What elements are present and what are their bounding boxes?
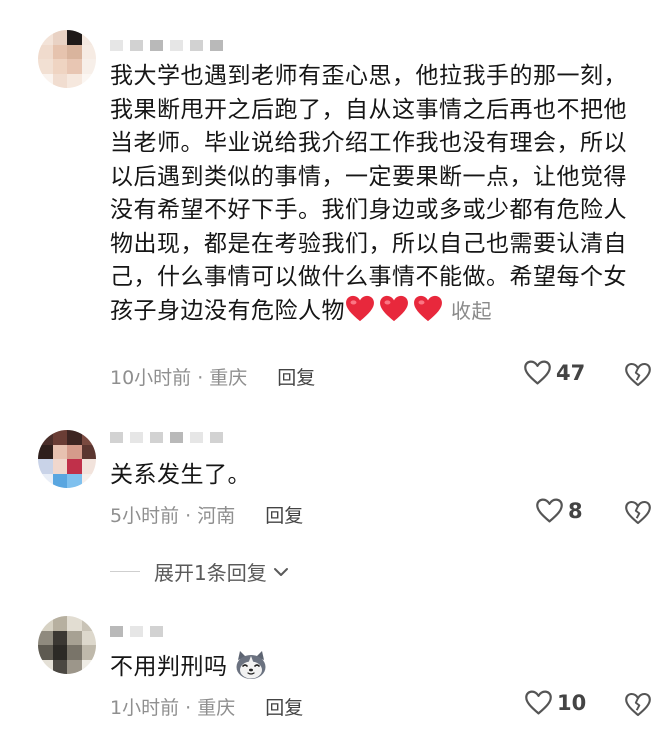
username-pixelated[interactable]: [110, 40, 223, 51]
expand-replies-button[interactable]: 展开1条回复: [110, 557, 289, 586]
comment-text: 不用判刑吗: [110, 650, 650, 685]
broken-heart-icon[interactable]: [624, 691, 652, 718]
heart-icon: [414, 295, 442, 321]
heart-outline-icon: [525, 690, 552, 715]
comment-text: 我大学也遇到老师有歪心思，他拉我手的那一刻，我果断甩开之后跑了，自从这事情之后再…: [110, 60, 650, 328]
heart-icon: [380, 295, 408, 321]
avatar[interactable]: [38, 30, 96, 88]
reply-button[interactable]: 回复: [265, 693, 303, 720]
like-button[interactable]: 10: [524, 689, 586, 716]
heart-outline-icon: [524, 360, 551, 385]
comment-text: 关系发生了。: [110, 459, 650, 493]
time-location: 1小时前 · 重庆: [110, 697, 236, 719]
username-pixelated[interactable]: [110, 432, 223, 443]
reply-button[interactable]: 回复: [277, 363, 315, 390]
avatar[interactable]: [38, 430, 96, 488]
comment-text-content: 关系发生了。: [110, 462, 251, 488]
collapse-link[interactable]: 收起: [451, 299, 492, 323]
like-button[interactable]: 47: [523, 359, 585, 386]
like-button[interactable]: 8: [535, 497, 583, 524]
heart-icon: [346, 295, 374, 321]
like-count: 47: [556, 360, 586, 385]
husky-dog-emoji-icon: [236, 651, 265, 679]
heart-outline-icon: [536, 498, 563, 523]
time-location: 5小时前 · 河南: [110, 505, 236, 527]
reply-button[interactable]: 回复: [265, 501, 303, 528]
time-location: 10小时前 · 重庆: [110, 367, 248, 389]
divider: [110, 571, 140, 572]
broken-heart-icon[interactable]: [624, 499, 652, 526]
username-pixelated[interactable]: [110, 626, 163, 637]
avatar[interactable]: [38, 616, 96, 674]
chevron-down-icon: [273, 567, 288, 576]
red-heart-emoji-group: [345, 295, 447, 324]
expand-replies-label: 展开1条回复: [154, 561, 267, 585]
comment-meta: 10小时前 · 重庆 回复: [110, 363, 315, 390]
like-count: 8: [568, 498, 583, 523]
broken-heart-icon[interactable]: [624, 361, 652, 388]
comment-meta: 5小时前 · 河南 回复: [110, 501, 303, 528]
comment-text-content: 我大学也遇到老师有歪心思，他拉我手的那一刻，我果断甩开之后跑了，自从这事情之后再…: [110, 63, 627, 324]
comment-meta: 1小时前 · 重庆 回复: [110, 693, 303, 720]
comment-text-content: 不用判刑吗: [110, 654, 228, 680]
like-count: 10: [557, 690, 587, 715]
